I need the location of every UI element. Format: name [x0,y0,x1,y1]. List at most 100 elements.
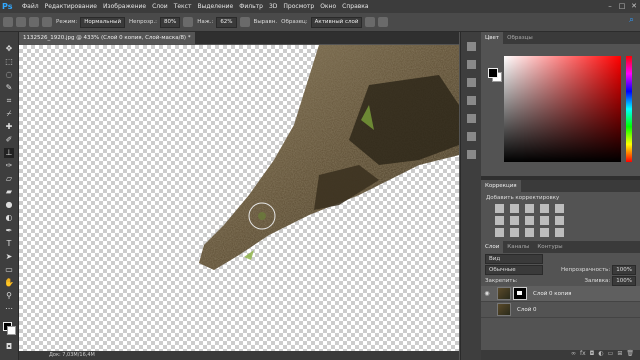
airbrush-icon[interactable] [239,17,250,27]
lasso-tool-icon[interactable]: ◌ [4,70,14,80]
menu-layers[interactable]: Слои [149,3,171,10]
ignore-adjustment-icon[interactable] [365,17,376,27]
menu-image[interactable]: Изображение [100,3,149,10]
fg-color-swatch[interactable] [488,68,498,78]
clone-source-icon[interactable] [42,17,52,27]
mode-select[interactable]: Нормальный [80,16,126,28]
menu-filter[interactable]: Фильтр [236,3,266,10]
opacity-input[interactable]: 80% [160,16,181,28]
dodge-tool-icon[interactable]: ◐ [4,213,14,223]
tab-paths[interactable]: Контуры [533,241,566,253]
character-panel-icon[interactable] [467,132,476,141]
brush-preset-icon[interactable] [16,17,26,27]
exposure-icon[interactable] [540,204,549,213]
tab-color[interactable]: Цвет [481,32,504,44]
layer-opacity-input[interactable]: 100% [612,264,636,275]
hand-tool-icon[interactable]: ✋ [4,278,14,288]
menu-text[interactable]: Текст [171,3,195,10]
eraser-tool-icon[interactable]: ▱ [4,174,14,184]
canvas[interactable] [19,45,459,351]
brush-tool-icon[interactable]: ✐ [4,135,14,145]
layer-mask-thumbnail[interactable] [513,287,527,300]
history-brush-tool-icon[interactable]: ✑ [4,161,14,171]
flow-input[interactable]: 62% [216,16,237,28]
healing-tool-icon[interactable]: ✚ [4,122,14,132]
menu-window[interactable]: Окно [317,3,339,10]
hue-saturation-icon[interactable] [495,216,504,225]
blend-mode-select[interactable]: Обычные [485,264,543,275]
photo-filter-icon[interactable] [540,216,549,225]
history-panel-icon[interactable] [467,42,476,51]
layer-row[interactable]: ◉ Слой 0 копия [481,286,640,302]
background-color-swatch[interactable] [7,326,16,335]
color-balance-icon[interactable] [510,216,519,225]
quick-select-tool-icon[interactable]: ✎ [4,83,14,93]
marquee-tool-icon[interactable]: ⬚ [4,57,14,67]
tool-preset-icon[interactable] [3,17,13,27]
actions-panel-icon[interactable] [467,60,476,69]
new-layer-icon[interactable]: ⊞ [617,350,622,360]
posterize-icon[interactable] [525,228,534,237]
brush-panel-icon[interactable] [467,96,476,105]
pen-tool-icon[interactable]: ✒ [4,226,14,236]
document-tab[interactable]: 1132526_1920.jpg @ 433% (Слой 0 копия, С… [19,32,195,44]
menu-help[interactable]: Справка [339,3,371,10]
delete-layer-icon[interactable]: 🗑 [626,350,634,360]
fill-input[interactable]: 100% [612,275,636,286]
layer-row[interactable]: Слой 0 [481,302,640,318]
quick-mask-icon[interactable]: ◘ [4,342,14,352]
gradient-tool-icon[interactable]: ▰ [4,187,14,197]
color-lookup-icon[interactable] [495,228,504,237]
visibility-eye-icon[interactable]: ◉ [481,290,493,297]
menu-view[interactable]: Просмотр [280,3,317,10]
fx-icon[interactable]: fx [580,350,586,360]
paragraph-panel-icon[interactable] [467,150,476,159]
clone-source-panel-icon[interactable] [467,114,476,123]
crop-tool-icon[interactable]: ⌗ [4,96,14,106]
sample-select[interactable]: Активный слой [310,16,363,28]
eyedropper-tool-icon[interactable]: ⌿ [4,109,14,119]
new-adjustment-icon[interactable]: ◐ [598,350,603,360]
pressure-opacity-icon[interactable] [183,17,194,27]
minimize-icon[interactable]: – [604,0,616,13]
tab-adjustments[interactable]: Коррекция [481,180,521,192]
move-tool-icon[interactable]: ✥ [4,44,14,54]
new-group-icon[interactable]: ▭ [608,350,614,360]
vibrance-icon[interactable] [555,204,564,213]
menu-select[interactable]: Выделение [194,3,236,10]
levels-icon[interactable] [510,204,519,213]
menu-3d[interactable]: 3D [266,3,280,10]
hue-slider[interactable] [626,56,632,162]
close-icon[interactable]: ✕ [628,0,640,13]
pressure-size-icon[interactable] [378,17,389,27]
panel-icon-strip [460,32,481,360]
more-tools-icon[interactable]: ⋯ [4,304,14,314]
tab-channels[interactable]: Каналы [503,241,533,253]
tab-layers[interactable]: Слои [481,241,504,253]
type-tool-icon[interactable]: T [4,239,14,249]
link-icon[interactable]: ∞ [571,350,576,360]
gradient-map-icon[interactable] [555,228,564,237]
blur-tool-icon[interactable]: ● [4,200,14,210]
clone-stamp-tool-icon[interactable]: ⊥ [4,148,14,158]
maximize-icon[interactable]: □ [616,0,628,13]
brush-panel-icon[interactable] [29,17,39,27]
path-select-tool-icon[interactable]: ➤ [4,252,14,262]
black-white-icon[interactable] [525,216,534,225]
menu-file[interactable]: Файл [19,3,42,10]
layer-filter-select[interactable]: Вид [485,253,543,264]
menu-edit[interactable]: Редактирование [42,3,100,10]
curves-icon[interactable] [525,204,534,213]
color-field[interactable] [504,56,621,162]
threshold-icon[interactable] [540,228,549,237]
tab-swatches[interactable]: Образцы [503,32,537,44]
zoom-tool-icon[interactable]: ⚲ [4,291,14,301]
invert-icon[interactable] [510,228,519,237]
brightness-icon[interactable] [495,204,504,213]
info-panel-icon[interactable] [467,78,476,87]
add-mask-icon[interactable]: ◘ [590,350,595,360]
align-checkbox[interactable]: Выравн. [254,19,278,25]
search-icon[interactable]: ⌕ [629,15,634,25]
shape-tool-icon[interactable]: ▭ [4,265,14,275]
channel-mixer-icon[interactable] [555,216,564,225]
